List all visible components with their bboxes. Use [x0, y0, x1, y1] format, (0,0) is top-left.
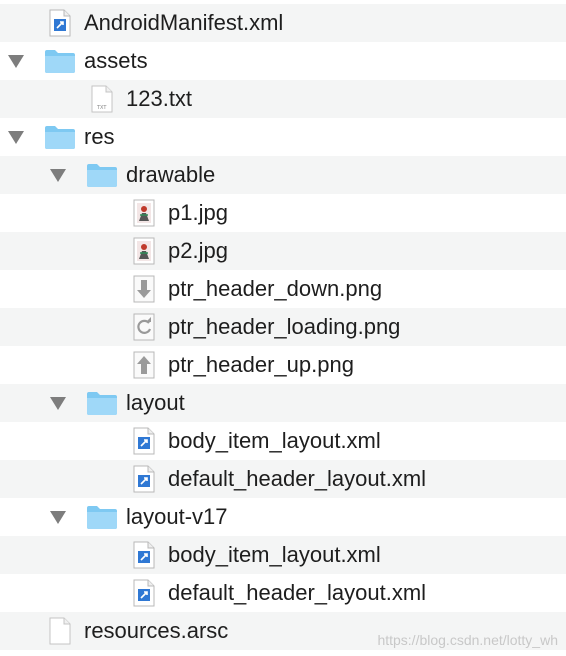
refresh-image-icon — [128, 308, 160, 346]
folder-row[interactable]: layout-v17 — [0, 498, 566, 536]
file-name: default_header_layout.xml — [168, 580, 427, 605]
folder-row[interactable]: res — [0, 118, 566, 156]
xml-file-icon — [128, 536, 160, 574]
file-row[interactable]: p1.jpg — [0, 194, 566, 232]
folder-row[interactable]: drawable — [0, 156, 566, 194]
file-name: default_header_layout.xml — [168, 466, 427, 491]
image-file-icon — [128, 194, 160, 232]
folder-row[interactable]: assets — [0, 42, 566, 80]
folder-name: layout-v17 — [126, 504, 228, 529]
file-name: p1.jpg — [168, 200, 228, 225]
file-row[interactable]: p2.jpg — [0, 232, 566, 270]
disclosure-triangle-icon[interactable] — [48, 384, 68, 422]
folder-name: drawable — [126, 162, 216, 187]
file-row[interactable]: AndroidManifest.xml — [0, 4, 566, 42]
file-name: body_item_layout.xml — [168, 428, 381, 453]
file-row[interactable]: ptr_header_loading.png — [0, 308, 566, 346]
disclosure-triangle-icon[interactable] — [48, 498, 68, 536]
file-name: resources.arsc — [84, 618, 229, 643]
folder-name: layout — [126, 390, 185, 415]
file-row[interactable]: default_header_layout.xml — [0, 574, 566, 612]
disclosure-triangle-icon[interactable] — [6, 118, 26, 156]
file-row[interactable]: TXT 123.txt — [0, 80, 566, 118]
file-name: AndroidManifest.xml — [84, 10, 284, 35]
svg-text:TXT: TXT — [96, 105, 107, 111]
xml-file-icon — [44, 4, 76, 42]
folder-icon — [86, 498, 118, 536]
folder-icon — [44, 42, 76, 80]
file-row[interactable]: ptr_header_down.png — [0, 270, 566, 308]
file-name: ptr_header_loading.png — [168, 314, 401, 339]
folder-icon — [86, 156, 118, 194]
file-name: 123.txt — [126, 86, 193, 111]
disclosure-triangle-icon[interactable] — [6, 42, 26, 80]
xml-file-icon — [128, 574, 160, 612]
arrow-down-image-icon — [128, 270, 160, 308]
folder-row[interactable]: layout — [0, 384, 566, 422]
file-name: p2.jpg — [168, 238, 228, 263]
image-file-icon — [128, 232, 160, 270]
watermark-text: https://blog.csdn.net/lotty_wh — [377, 632, 558, 648]
file-name: ptr_header_down.png — [168, 276, 383, 301]
file-tree: AndroidManifest.xml assets TXT 123.txt res dr… — [0, 4, 566, 650]
folder-name: res — [84, 124, 115, 149]
file-name: body_item_layout.xml — [168, 542, 381, 567]
disclosure-triangle-icon[interactable] — [48, 156, 68, 194]
blank-file-icon — [44, 612, 76, 650]
folder-icon — [86, 384, 118, 422]
folder-name: assets — [84, 48, 148, 73]
file-row[interactable]: body_item_layout.xml — [0, 536, 566, 574]
file-row[interactable]: default_header_layout.xml — [0, 460, 566, 498]
folder-icon — [44, 118, 76, 156]
arrow-up-image-icon — [128, 346, 160, 384]
file-name: ptr_header_up.png — [168, 352, 354, 377]
xml-file-icon — [128, 422, 160, 460]
xml-file-icon — [128, 460, 160, 498]
file-row[interactable]: body_item_layout.xml — [0, 422, 566, 460]
file-row[interactable]: ptr_header_up.png — [0, 346, 566, 384]
text-file-icon: TXT — [86, 80, 118, 118]
